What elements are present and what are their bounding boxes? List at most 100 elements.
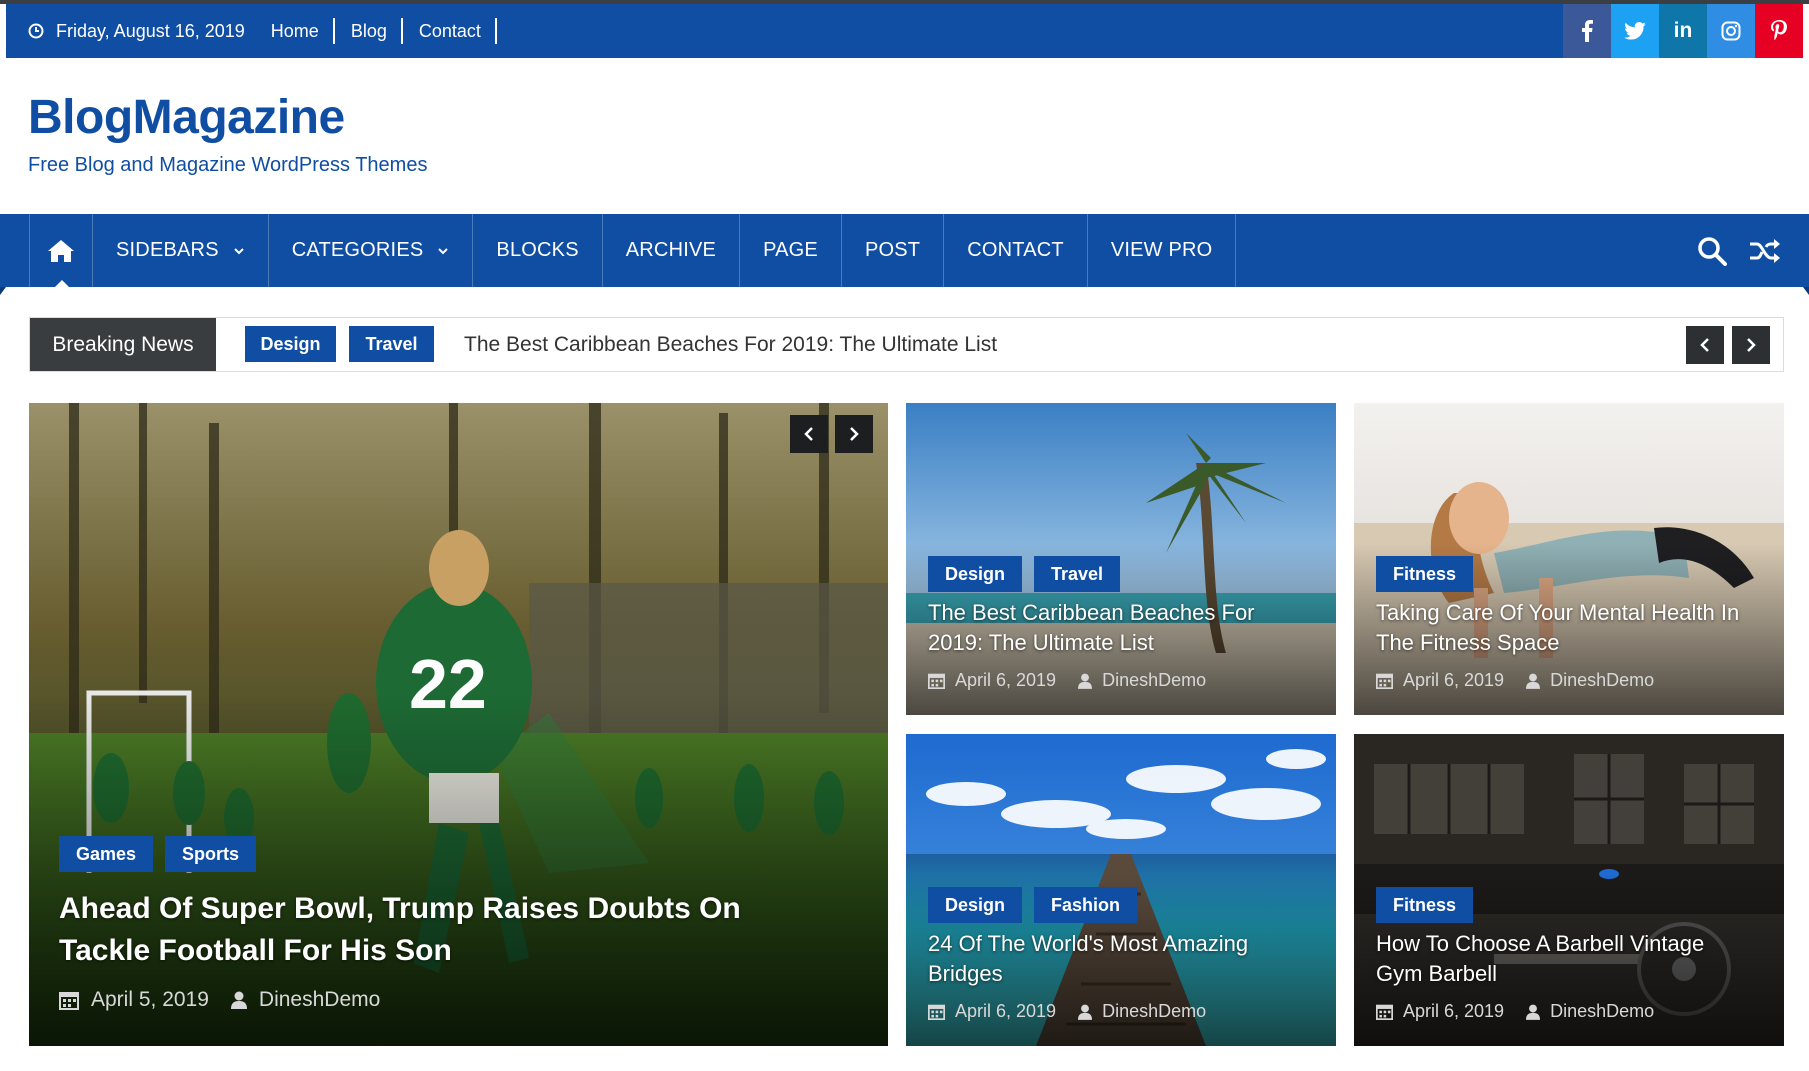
main-navigation: SIDEBARS CATEGORIES BLOCKS ARCHIVE PAGE … xyxy=(0,214,1809,295)
featured-meta: April 5, 2019 DineshDemo xyxy=(59,988,888,1012)
nav-left-notch xyxy=(0,287,6,295)
nav-categories[interactable]: CATEGORIES xyxy=(269,214,474,287)
chevron-right-icon xyxy=(1747,338,1756,352)
chevron-right-icon xyxy=(850,427,859,441)
post-card[interactable]: Fitness Taking Care Of Your Mental Healt… xyxy=(1354,403,1784,715)
date-text: Friday, August 16, 2019 xyxy=(56,20,245,41)
top-link-home[interactable]: Home xyxy=(271,18,335,44)
calendar-icon xyxy=(928,1004,945,1020)
category-badge[interactable]: Travel xyxy=(1034,556,1121,592)
pinterest-icon[interactable] xyxy=(1755,4,1803,58)
nav-blocks-label: BLOCKS xyxy=(496,239,579,261)
category-badge[interactable]: Design xyxy=(928,887,1023,923)
breaking-prev-button[interactable] xyxy=(1686,326,1724,364)
post-date: April 6, 2019 xyxy=(1376,1001,1504,1022)
post-date: April 5, 2019 xyxy=(59,988,209,1012)
nav-contact[interactable]: CONTACT xyxy=(944,214,1088,287)
card-meta: April 6, 2019 DineshDemo xyxy=(928,670,1336,691)
breaking-next-button[interactable] xyxy=(1732,326,1770,364)
breaking-tag-travel[interactable]: Travel xyxy=(349,326,434,362)
top-link-contact[interactable]: Contact xyxy=(419,18,497,44)
twitter-icon[interactable] xyxy=(1611,4,1659,58)
breaking-headline[interactable]: The Best Caribbean Beaches For 2019: The… xyxy=(464,318,997,371)
card-categories: Design Travel xyxy=(928,556,1336,592)
nav-page-label: PAGE xyxy=(763,239,818,261)
nav-right-notch xyxy=(1803,287,1809,295)
card-meta: April 6, 2019 DineshDemo xyxy=(928,1001,1336,1022)
post-date-text: April 6, 2019 xyxy=(1403,670,1505,690)
post-author[interactable]: DineshDemo xyxy=(230,988,381,1012)
card-content: Fitness How To Choose A Barbell Vintage … xyxy=(1354,887,1784,1046)
category-badge[interactable]: Fashion xyxy=(1034,887,1138,923)
social-links: in xyxy=(1563,4,1803,58)
post-card[interactable]: Fitness How To Choose A Barbell Vintage … xyxy=(1354,734,1784,1046)
user-icon xyxy=(1078,673,1093,689)
search-icon[interactable] xyxy=(1697,236,1727,266)
top-links: Home Blog Contact xyxy=(271,18,513,44)
post-date: April 6, 2019 xyxy=(928,670,1056,691)
post-author-text: DineshDemo xyxy=(258,988,381,1011)
shuffle-icon[interactable] xyxy=(1749,238,1781,264)
chevron-left-icon xyxy=(1700,338,1709,352)
card-categories: Fitness xyxy=(1376,887,1784,923)
post-author[interactable]: DineshDemo xyxy=(1078,1001,1206,1022)
card-content: Design Travel The Best Caribbean Beaches… xyxy=(906,556,1336,715)
post-date: April 6, 2019 xyxy=(1376,670,1504,691)
featured-title[interactable]: Ahead Of Super Bowl, Trump Raises Doubts… xyxy=(59,888,839,972)
breaking-tag-design[interactable]: Design xyxy=(245,326,336,362)
featured-content: Games Sports Ahead Of Super Bowl, Trump … xyxy=(29,836,888,1046)
card-categories: Design Fashion xyxy=(928,887,1336,923)
user-icon xyxy=(1526,1004,1541,1020)
nav-archive[interactable]: ARCHIVE xyxy=(603,214,741,287)
nav-blocks[interactable]: BLOCKS xyxy=(473,214,603,287)
breaking-news-label: Breaking News xyxy=(30,318,216,371)
card-title[interactable]: Taking Care Of Your Mental Health In The… xyxy=(1376,598,1756,658)
post-author[interactable]: DineshDemo xyxy=(1526,670,1654,691)
card-title[interactable]: How To Choose A Barbell Vintage Gym Barb… xyxy=(1376,929,1756,989)
featured-post[interactable]: 22 Games Sports Ahead Of Super Bowl, Tru… xyxy=(29,403,888,1046)
nav-home[interactable] xyxy=(29,214,93,287)
post-card[interactable]: Design Travel The Best Caribbean Beaches… xyxy=(906,403,1336,715)
chevron-down-icon xyxy=(234,247,244,254)
instagram-icon[interactable] xyxy=(1707,4,1755,58)
post-author-text: DineshDemo xyxy=(1102,1001,1207,1021)
nav-post[interactable]: POST xyxy=(842,214,945,287)
category-badge[interactable]: Fitness xyxy=(1376,556,1474,592)
nav-categories-label: CATEGORIES xyxy=(291,239,424,261)
facebook-icon[interactable] xyxy=(1563,4,1611,58)
post-date-text: April 6, 2019 xyxy=(1403,1001,1505,1021)
card-categories: Fitness xyxy=(1376,556,1784,592)
post-date-text: April 6, 2019 xyxy=(955,670,1057,690)
card-title[interactable]: 24 Of The World's Most Amazing Bridges xyxy=(928,929,1308,989)
category-badge[interactable]: Design xyxy=(928,556,1023,592)
nav-archive-label: ARCHIVE xyxy=(625,239,717,261)
slider-next-button[interactable] xyxy=(835,415,873,453)
category-badge[interactable]: Fitness xyxy=(1376,887,1474,923)
post-author[interactable]: DineshDemo xyxy=(1078,670,1206,691)
calendar-icon xyxy=(928,673,945,689)
nav-page[interactable]: PAGE xyxy=(740,214,842,287)
post-author-text: DineshDemo xyxy=(1550,670,1655,690)
post-date-text: April 5, 2019 xyxy=(91,988,209,1011)
breaking-news-bar: Breaking News Design Travel The Best Car… xyxy=(29,317,1784,372)
chevron-left-icon xyxy=(804,427,813,441)
post-author[interactable]: DineshDemo xyxy=(1526,1001,1654,1022)
nav-view-pro[interactable]: VIEW PRO xyxy=(1088,214,1237,287)
top-link-blog[interactable]: Blog xyxy=(351,18,403,44)
nav-post-label: POST xyxy=(864,239,921,261)
site-tagline: Free Blog and Magazine WordPress Themes xyxy=(28,154,428,176)
nav-menu: SIDEBARS CATEGORIES BLOCKS ARCHIVE PAGE … xyxy=(29,214,1237,287)
nav-tools xyxy=(1697,214,1781,287)
category-badge[interactable]: Sports xyxy=(165,836,257,872)
card-title[interactable]: The Best Caribbean Beaches For 2019: The… xyxy=(928,598,1308,658)
calendar-icon xyxy=(1376,1004,1393,1020)
linkedin-icon[interactable]: in xyxy=(1659,4,1707,58)
nav-sidebars[interactable]: SIDEBARS xyxy=(93,214,269,287)
post-date: April 6, 2019 xyxy=(928,1001,1056,1022)
calendar-icon xyxy=(1376,673,1393,689)
post-card[interactable]: Design Fashion 24 Of The World's Most Am… xyxy=(906,734,1336,1046)
user-icon xyxy=(1078,1004,1093,1020)
category-badge[interactable]: Games xyxy=(59,836,154,872)
site-title[interactable]: BlogMagazine xyxy=(28,90,345,145)
slider-prev-button[interactable] xyxy=(790,415,828,453)
